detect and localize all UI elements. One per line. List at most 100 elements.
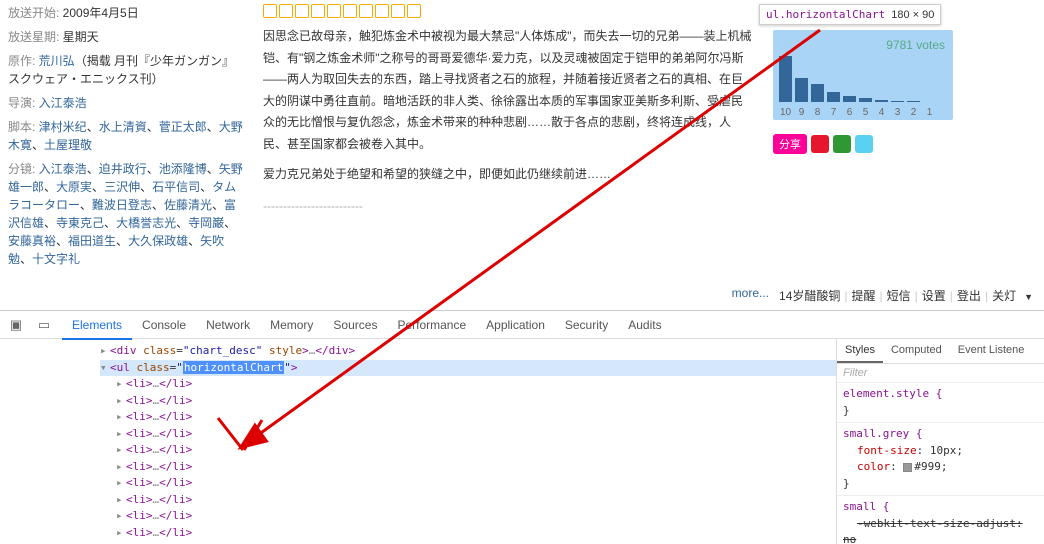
- sub-link[interactable]: 大久保政雄: [128, 234, 188, 248]
- synopsis-p2: 爱力克兄弟处于绝望和希望的狭缝之中，即便如此仍继续前进……: [263, 164, 753, 186]
- chart-bar[interactable]: [779, 56, 792, 102]
- douban-icon[interactable]: [833, 135, 851, 153]
- synopsis-p1: 因思念已故母亲，触犯炼金术中被视为最大禁忌"人体炼成"，而失去一切的兄弟——装上…: [263, 26, 753, 156]
- sub-link[interactable]: 石平信司: [152, 180, 200, 194]
- sub-link[interactable]: 佐藤清光: [164, 198, 212, 212]
- air-start-value: 2009年4月5日: [63, 6, 139, 20]
- styles-tab[interactable]: Computed: [883, 339, 950, 363]
- director-label: 导演:: [8, 96, 39, 110]
- dom-li-node[interactable]: ▸<li>…</li>: [100, 442, 836, 459]
- devtools-tab[interactable]: Sources: [323, 312, 387, 338]
- script-link[interactable]: 津村米纪: [39, 120, 87, 134]
- chart-tick: 10: [779, 107, 792, 118]
- devtools-tab[interactable]: Console: [132, 312, 196, 338]
- top-nav-item[interactable]: 14岁醋酸铜: [776, 289, 843, 303]
- chart-bar[interactable]: [859, 98, 872, 102]
- sub-link[interactable]: 難波日登志: [92, 198, 152, 212]
- sub-link[interactable]: 迫井政行: [99, 162, 147, 176]
- dom-selected-ul[interactable]: ▾<ul class="horizontalChart">: [100, 360, 836, 377]
- devtools-panel: ▣ ▭ ElementsConsoleNetworkMemorySourcesP…: [0, 310, 1044, 544]
- top-nav-item[interactable]: 关灯: [989, 289, 1019, 303]
- chart-tick: 9: [795, 107, 808, 118]
- tooltip-dims: 180 × 90: [891, 9, 934, 21]
- dom-li-node[interactable]: ▸<li>…</li>: [100, 409, 836, 426]
- rule-small: small {: [843, 500, 889, 513]
- chart-bar[interactable]: [795, 78, 808, 102]
- styles-tab[interactable]: Styles: [837, 339, 883, 363]
- twitter-icon[interactable]: [855, 135, 873, 153]
- chart-bar[interactable]: [891, 101, 904, 102]
- chart-bar[interactable]: [875, 100, 888, 102]
- more-link[interactable]: more...: [732, 286, 769, 300]
- original-link[interactable]: 荒川弘: [39, 54, 75, 68]
- top-nav-item[interactable]: 提醒: [849, 289, 879, 303]
- styles-filter[interactable]: Filter: [837, 364, 1044, 383]
- chart-bar[interactable]: [907, 101, 920, 102]
- devtools-tab[interactable]: Audits: [618, 312, 671, 338]
- script-row: 脚本: 津村米纪、水上清資、菅正太郎、大野木寛、土屋理敬: [8, 118, 243, 154]
- tooltip-selector: ul.horizontalChart: [766, 8, 885, 21]
- air-day-value: 星期天: [63, 30, 99, 44]
- rule-element-style: element.style {: [843, 387, 942, 400]
- rating-stars[interactable]: [263, 4, 753, 18]
- inspect-tooltip: ul.horizontalChart 180 × 90: [759, 4, 941, 25]
- sub-link[interactable]: 大橋誉志光: [116, 216, 176, 230]
- devtools-tab[interactable]: Network: [196, 312, 260, 338]
- weibo-icon[interactable]: [811, 135, 829, 153]
- air-start-label: 放送开始:: [8, 6, 63, 20]
- devtools-tab[interactable]: Elements: [62, 312, 132, 340]
- dom-li-node[interactable]: ▸<li>…</li>: [100, 525, 836, 542]
- chart-tick: 1: [923, 107, 936, 118]
- top-nav-item[interactable]: 短信: [884, 289, 914, 303]
- styles-tab[interactable]: Event Listene: [950, 339, 1033, 363]
- chart-bar[interactable]: [843, 96, 856, 102]
- sub-link[interactable]: 福田道生: [68, 234, 116, 248]
- sub-label: 分镜:: [8, 162, 39, 176]
- dom-li-node[interactable]: ▸<li>…</li>: [100, 459, 836, 476]
- chart-tick: 5: [859, 107, 872, 118]
- original-label: 原作:: [8, 54, 39, 68]
- dom-li-node[interactable]: ▸<li>…</li>: [100, 426, 836, 443]
- top-nav-item[interactable]: 设置: [919, 289, 949, 303]
- dom-li-node[interactable]: ▸<li>…</li>: [100, 393, 836, 410]
- dom-li-node[interactable]: ▸<li>…</li>: [100, 376, 836, 393]
- sub-link[interactable]: 安藤真裕: [8, 234, 56, 248]
- divider-dashes: -------------------------: [263, 199, 753, 213]
- air-day-label: 放送星期:: [8, 30, 63, 44]
- inspect-icon[interactable]: ▣: [6, 317, 26, 333]
- sub-link[interactable]: 十文字礼: [32, 252, 80, 266]
- script-label: 脚本:: [8, 120, 39, 134]
- devtools-tab[interactable]: Security: [555, 312, 618, 338]
- devtools-tab[interactable]: Performance: [387, 312, 476, 338]
- sub-link[interactable]: 三沢伸: [104, 180, 140, 194]
- sub-link[interactable]: 池添隆博: [159, 162, 207, 176]
- top-nav-tabs: 14岁醋酸铜|提醒|短信|设置|登出|关灯▼: [776, 287, 1036, 304]
- horizontal-chart[interactable]: 9781 votes 10987654321: [773, 30, 953, 120]
- chart-votes: 9781 votes: [886, 38, 945, 52]
- chart-bar[interactable]: [811, 84, 824, 102]
- chart-bar[interactable]: [827, 92, 840, 102]
- devtools-tab[interactable]: Memory: [260, 312, 323, 338]
- share-button[interactable]: 分享: [773, 134, 807, 154]
- sub-link[interactable]: 寺岡巌: [188, 216, 224, 230]
- sub-link[interactable]: 大原実: [56, 180, 92, 194]
- sub-link[interactable]: 入江泰浩: [39, 162, 87, 176]
- devtools-tab[interactable]: Application: [476, 312, 555, 338]
- director-link[interactable]: 入江泰浩: [39, 96, 87, 110]
- chart-tick: 2: [907, 107, 920, 118]
- top-nav-item[interactable]: 登出: [954, 289, 984, 303]
- script-link[interactable]: 土屋理敬: [44, 138, 92, 152]
- sub-row: 分镜: 入江泰浩、迫井政行、池添隆博、矢野雄一郎、大原実、三沢伸、石平信司、タム…: [8, 160, 243, 268]
- chart-tick: 7: [827, 107, 840, 118]
- device-icon[interactable]: ▭: [34, 317, 54, 333]
- dom-li-node[interactable]: ▸<li>…</li>: [100, 475, 836, 492]
- sub-link[interactable]: 寺東克己: [56, 216, 104, 230]
- dom-li-node[interactable]: ▸<li>…</li>: [100, 508, 836, 525]
- chart-tick: 6: [843, 107, 856, 118]
- dom-tree[interactable]: ▸<div class="chart_desc" style>…</div> ▾…: [0, 339, 836, 544]
- dom-li-node[interactable]: ▸<li>…</li>: [100, 492, 836, 509]
- chart-tick: 3: [891, 107, 904, 118]
- rule-small-grey: small.grey {: [843, 427, 922, 440]
- script-link[interactable]: 水上清資: [99, 120, 147, 134]
- script-link[interactable]: 菅正太郎: [159, 120, 207, 134]
